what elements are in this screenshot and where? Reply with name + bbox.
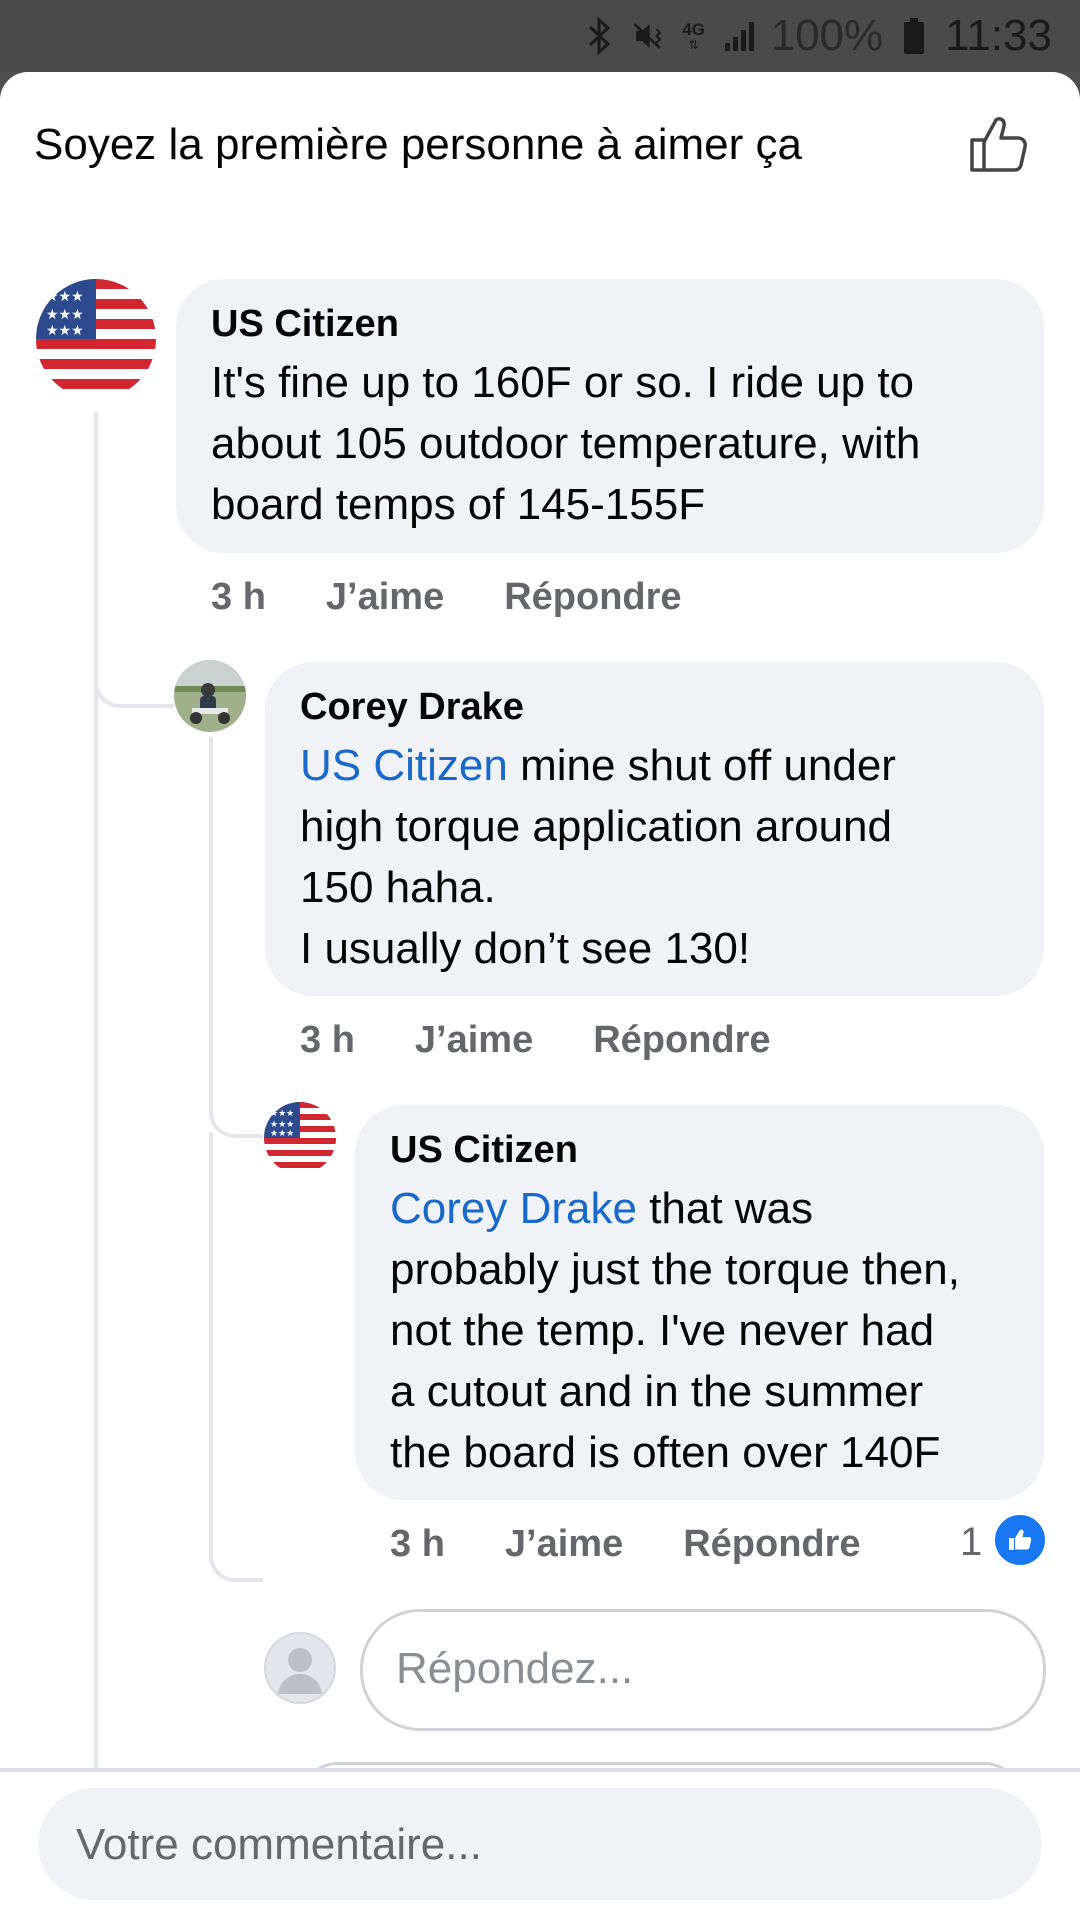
comment-author[interactable]: Corey Drake — [300, 686, 524, 729]
comment-actions: 3 h J’aime Répondre — [300, 1019, 771, 1062]
mention-link[interactable]: Corey Drake — [390, 1184, 637, 1233]
reply-button[interactable]: Répondre — [593, 1019, 770, 1062]
avatar-corey-drake[interactable] — [174, 660, 246, 732]
like-outline-icon[interactable] — [968, 112, 1032, 176]
svg-text:★★★: ★★★ — [46, 289, 84, 305]
mention-link[interactable]: US Citizen — [300, 741, 508, 790]
composer-divider-line — [0, 1770, 1080, 1772]
comment-text-line: board temps of 145-155F — [211, 480, 706, 529]
avatar-us-flag[interactable]: ★★★ ★★★ ★★★ — [36, 279, 156, 399]
comment-text-line: about 105 outdoor temperature, with — [211, 419, 921, 468]
comment-author[interactable]: US Citizen — [390, 1129, 578, 1172]
comment-text-line: not the temp. I've never had — [390, 1306, 935, 1355]
comment-time: 3 h — [211, 576, 266, 618]
like-button[interactable]: J’aime — [326, 576, 444, 619]
comment-text-line: high torque application around — [300, 802, 893, 851]
comment-text-line: Corey Drake that was — [390, 1184, 814, 1233]
status-bar: 4G ⇅ 100% 11:33 — [0, 0, 1080, 72]
bluetooth-icon — [583, 17, 617, 55]
comment-actions: 3 h J’aime Répondre — [211, 576, 682, 619]
thread-line-main — [94, 412, 98, 1812]
like-reaction-icon[interactable] — [992, 1512, 1048, 1568]
reply-input-placeholder: Répondez... — [396, 1644, 634, 1693]
status-icons: 4G ⇅ 100% 11:33 — [583, 10, 1052, 62]
svg-text:★★★: ★★★ — [46, 323, 84, 339]
comment-text-line: It's fine up to 160F or so. I ride up to — [211, 358, 915, 407]
composer-placeholder: Votre commentaire... — [76, 1820, 482, 1869]
comment-time: 3 h — [390, 1523, 445, 1565]
like-button[interactable]: J’aime — [505, 1523, 623, 1566]
battery-percent: 100% — [770, 11, 884, 60]
comment-text-line: I usually don’t see 130! — [300, 924, 751, 973]
thread-connector-reply-input — [209, 1132, 263, 1582]
avatar-us-flag[interactable]: ★★★ ★★★ ★★★ — [264, 1102, 336, 1174]
comment-text-line: US Citizen mine shut off under — [300, 741, 896, 790]
comment-text: US Citizen mine shut off under high torq… — [300, 735, 1030, 979]
clock: 11:33 — [945, 11, 1052, 60]
comment-composer-input[interactable]: Votre commentaire... — [38, 1788, 1042, 1900]
like-button[interactable]: J’aime — [415, 1019, 533, 1062]
svg-text:★★★: ★★★ — [46, 307, 84, 323]
comment-author[interactable]: US Citizen — [211, 303, 399, 346]
comments-sheet: Soyez la première personne à aimer ça ★★… — [0, 72, 1080, 1920]
comment-text-line: a cutout and in the summer — [390, 1367, 924, 1416]
reply-input[interactable]: Répondez... — [360, 1609, 1046, 1731]
reply-button[interactable]: Répondre — [683, 1523, 860, 1566]
comment-text-line: probably just the torque then, — [390, 1245, 960, 1294]
svg-text:★★★: ★★★ — [270, 1129, 294, 1139]
comment-text-line: the board is often over 140F — [390, 1428, 941, 1477]
thread-line-sub — [209, 737, 213, 1087]
avatar-placeholder — [264, 1632, 336, 1704]
comment-text-line: 150 haha. — [300, 863, 496, 912]
network-4g-icon: 4G ⇅ — [682, 20, 705, 52]
comment-time: 3 h — [300, 1019, 355, 1061]
thread-connector-reply-1 — [94, 632, 174, 708]
reply-button[interactable]: Répondre — [504, 576, 681, 619]
reactions-header[interactable]: Soyez la première personne à aimer ça — [34, 120, 802, 170]
reaction-count[interactable]: 1 — [960, 1520, 982, 1565]
comment-text: It's fine up to 160F or so. I ride up to… — [211, 352, 1031, 535]
battery-icon — [897, 18, 931, 54]
comment-text: Corey Drake that was probably just the t… — [390, 1178, 1040, 1483]
svg-text:★★★: ★★★ — [270, 1109, 294, 1119]
comment-actions: 3 h J’aime Répondre — [390, 1523, 861, 1566]
mute-vibrate-icon — [631, 19, 665, 53]
thread-connector-reply-2 — [209, 1072, 263, 1138]
signal-icon — [723, 19, 757, 53]
